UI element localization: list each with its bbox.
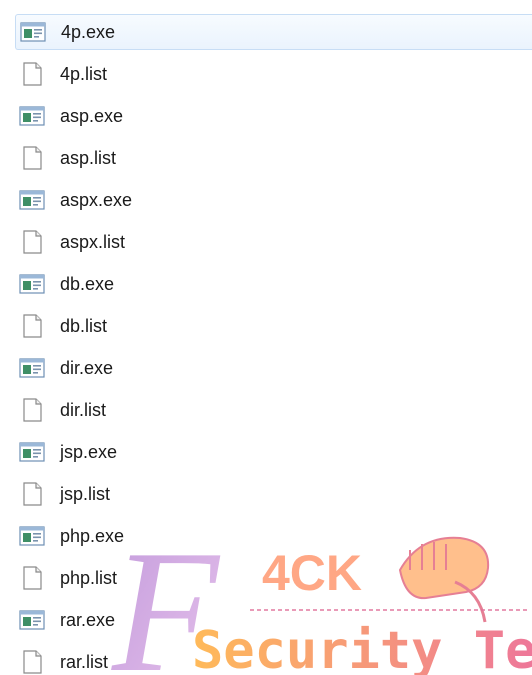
file-item[interactable]: dir.exe bbox=[15, 350, 532, 386]
application-window-icon bbox=[19, 358, 45, 378]
file-name: rar.list bbox=[60, 652, 109, 672]
file-item[interactable]: aspx.list bbox=[15, 224, 532, 260]
file-item[interactable]: 4p.list bbox=[15, 56, 532, 92]
application-window-icon bbox=[20, 22, 46, 42]
application-window-icon bbox=[19, 274, 45, 294]
file-name: db.list bbox=[60, 316, 108, 336]
file-name: jsp.exe bbox=[60, 442, 118, 462]
file-name: rar.exe bbox=[60, 610, 116, 630]
application-window-icon bbox=[19, 190, 45, 210]
file-item[interactable]: rar.list bbox=[15, 644, 532, 675]
application-window-icon bbox=[19, 106, 45, 126]
file-item[interactable]: jsp.list bbox=[15, 476, 532, 512]
file-item[interactable]: aspx.exe bbox=[15, 182, 532, 218]
file-name: 4p.list bbox=[60, 64, 108, 84]
file-name: aspx.list bbox=[60, 232, 126, 252]
file-item[interactable]: asp.list bbox=[15, 140, 532, 176]
blank-document-icon bbox=[23, 314, 42, 338]
file-name: jsp.list bbox=[60, 484, 111, 504]
file-name: aspx.exe bbox=[60, 190, 133, 210]
file-name: php.list bbox=[60, 568, 118, 588]
file-item[interactable]: rar.exe bbox=[15, 602, 532, 638]
blank-document-icon bbox=[23, 398, 42, 422]
application-window-icon bbox=[19, 526, 45, 546]
blank-document-icon bbox=[23, 230, 42, 254]
file-item[interactable]: 4p.exe bbox=[15, 14, 532, 50]
file-item[interactable]: asp.exe bbox=[15, 98, 532, 134]
file-name: 4p.exe bbox=[61, 22, 116, 42]
file-name: asp.list bbox=[60, 148, 117, 168]
file-name: dir.exe bbox=[60, 358, 114, 378]
blank-document-icon bbox=[23, 482, 42, 506]
application-window-icon bbox=[19, 610, 45, 630]
blank-document-icon bbox=[23, 62, 42, 86]
file-item[interactable]: php.list bbox=[15, 560, 532, 596]
file-item[interactable]: dir.list bbox=[15, 392, 532, 428]
blank-document-icon bbox=[23, 650, 42, 674]
file-name: db.exe bbox=[60, 274, 115, 294]
file-item[interactable]: db.exe bbox=[15, 266, 532, 302]
blank-document-icon bbox=[23, 566, 42, 590]
file-name: asp.exe bbox=[60, 106, 124, 126]
file-item[interactable]: db.list bbox=[15, 308, 532, 344]
file-item[interactable]: jsp.exe bbox=[15, 434, 532, 470]
file-item[interactable]: php.exe bbox=[15, 518, 532, 554]
file-name: php.exe bbox=[60, 526, 125, 546]
file-list: 4p.exe 4p.list asp.exe asp.list aspx.exe aspx… bbox=[0, 0, 532, 675]
application-window-icon bbox=[19, 442, 45, 462]
blank-document-icon bbox=[23, 146, 42, 170]
file-name: dir.list bbox=[60, 400, 107, 420]
